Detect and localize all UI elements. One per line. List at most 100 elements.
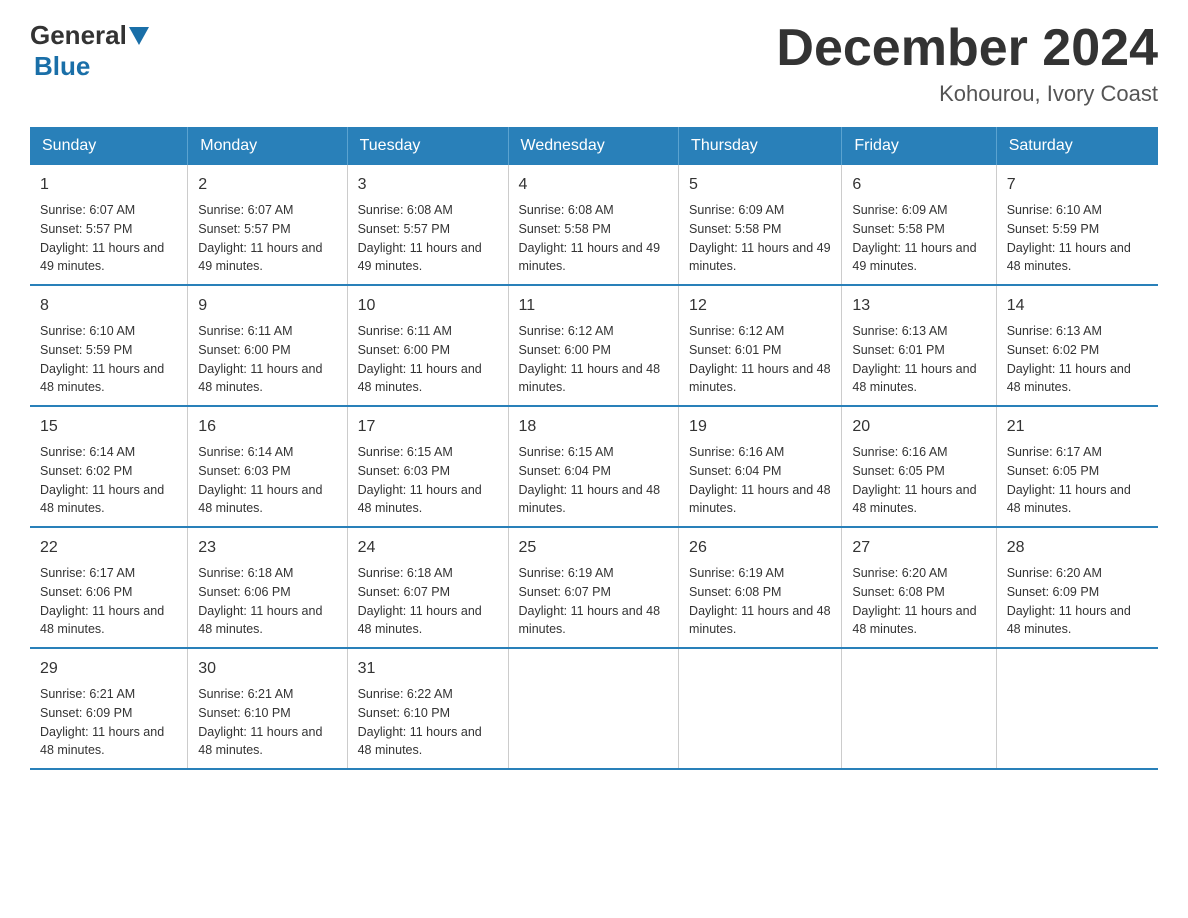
daylight-text: Daylight: 11 hours and 48 minutes. bbox=[358, 360, 498, 398]
day-number: 7 bbox=[1007, 173, 1148, 197]
daylight-text: Daylight: 11 hours and 48 minutes. bbox=[1007, 481, 1148, 519]
calendar-week-3: 15Sunrise: 6:14 AMSunset: 6:02 PMDayligh… bbox=[30, 406, 1158, 527]
sunrise-text: Sunrise: 6:21 AM bbox=[198, 685, 336, 704]
day-number: 4 bbox=[519, 173, 669, 197]
calendar-cell: 5Sunrise: 6:09 AMSunset: 5:58 PMDaylight… bbox=[679, 165, 842, 285]
sunset-text: Sunset: 6:05 PM bbox=[852, 462, 985, 481]
calendar-cell: 26Sunrise: 6:19 AMSunset: 6:08 PMDayligh… bbox=[679, 527, 842, 648]
sunrise-text: Sunrise: 6:09 AM bbox=[852, 201, 985, 220]
sunset-text: Sunset: 6:00 PM bbox=[519, 341, 669, 360]
calendar-cell bbox=[996, 648, 1158, 769]
calendar-cell: 7Sunrise: 6:10 AMSunset: 5:59 PMDaylight… bbox=[996, 165, 1158, 285]
sunset-text: Sunset: 6:06 PM bbox=[40, 583, 177, 602]
sunrise-text: Sunrise: 6:07 AM bbox=[198, 201, 336, 220]
calendar-cell: 30Sunrise: 6:21 AMSunset: 6:10 PMDayligh… bbox=[188, 648, 347, 769]
day-number: 8 bbox=[40, 294, 177, 318]
sunrise-text: Sunrise: 6:17 AM bbox=[40, 564, 177, 583]
sunset-text: Sunset: 6:00 PM bbox=[358, 341, 498, 360]
day-number: 24 bbox=[358, 536, 498, 560]
sunrise-text: Sunrise: 6:20 AM bbox=[852, 564, 985, 583]
weekday-header-tuesday: Tuesday bbox=[347, 127, 508, 165]
sunset-text: Sunset: 6:00 PM bbox=[198, 341, 336, 360]
daylight-text: Daylight: 11 hours and 48 minutes. bbox=[198, 481, 336, 519]
calendar-cell: 1Sunrise: 6:07 AMSunset: 5:57 PMDaylight… bbox=[30, 165, 188, 285]
sunset-text: Sunset: 6:08 PM bbox=[852, 583, 985, 602]
day-number: 6 bbox=[852, 173, 985, 197]
sunset-text: Sunset: 5:57 PM bbox=[358, 220, 498, 239]
weekday-header-wednesday: Wednesday bbox=[508, 127, 679, 165]
day-number: 9 bbox=[198, 294, 336, 318]
sunrise-text: Sunrise: 6:07 AM bbox=[40, 201, 177, 220]
sunrise-text: Sunrise: 6:13 AM bbox=[1007, 322, 1148, 341]
sunrise-text: Sunrise: 6:08 AM bbox=[358, 201, 498, 220]
logo-blue-text: Blue bbox=[34, 51, 90, 81]
daylight-text: Daylight: 11 hours and 48 minutes. bbox=[852, 360, 985, 398]
day-number: 19 bbox=[689, 415, 831, 439]
logo-general-text: General bbox=[30, 20, 127, 51]
sunrise-text: Sunrise: 6:08 AM bbox=[519, 201, 669, 220]
sunset-text: Sunset: 6:01 PM bbox=[852, 341, 985, 360]
calendar-cell bbox=[679, 648, 842, 769]
calendar-cell: 6Sunrise: 6:09 AMSunset: 5:58 PMDaylight… bbox=[842, 165, 996, 285]
calendar-cell: 18Sunrise: 6:15 AMSunset: 6:04 PMDayligh… bbox=[508, 406, 679, 527]
calendar-cell: 15Sunrise: 6:14 AMSunset: 6:02 PMDayligh… bbox=[30, 406, 188, 527]
day-number: 3 bbox=[358, 173, 498, 197]
sunrise-text: Sunrise: 6:20 AM bbox=[1007, 564, 1148, 583]
calendar-cell: 4Sunrise: 6:08 AMSunset: 5:58 PMDaylight… bbox=[508, 165, 679, 285]
sunset-text: Sunset: 6:08 PM bbox=[689, 583, 831, 602]
calendar-cell: 27Sunrise: 6:20 AMSunset: 6:08 PMDayligh… bbox=[842, 527, 996, 648]
daylight-text: Daylight: 11 hours and 48 minutes. bbox=[1007, 360, 1148, 398]
sunrise-text: Sunrise: 6:22 AM bbox=[358, 685, 498, 704]
sunrise-text: Sunrise: 6:14 AM bbox=[40, 443, 177, 462]
weekday-header-saturday: Saturday bbox=[996, 127, 1158, 165]
calendar-cell: 21Sunrise: 6:17 AMSunset: 6:05 PMDayligh… bbox=[996, 406, 1158, 527]
sunrise-text: Sunrise: 6:15 AM bbox=[519, 443, 669, 462]
daylight-text: Daylight: 11 hours and 49 minutes. bbox=[198, 239, 336, 277]
day-number: 12 bbox=[689, 294, 831, 318]
calendar-cell bbox=[842, 648, 996, 769]
sunrise-text: Sunrise: 6:15 AM bbox=[358, 443, 498, 462]
calendar-cell: 13Sunrise: 6:13 AMSunset: 6:01 PMDayligh… bbox=[842, 285, 996, 406]
day-number: 28 bbox=[1007, 536, 1148, 560]
calendar-cell: 19Sunrise: 6:16 AMSunset: 6:04 PMDayligh… bbox=[679, 406, 842, 527]
calendar-table: SundayMondayTuesdayWednesdayThursdayFrid… bbox=[30, 127, 1158, 770]
calendar-cell: 8Sunrise: 6:10 AMSunset: 5:59 PMDaylight… bbox=[30, 285, 188, 406]
calendar-cell: 20Sunrise: 6:16 AMSunset: 6:05 PMDayligh… bbox=[842, 406, 996, 527]
sunset-text: Sunset: 6:09 PM bbox=[40, 704, 177, 723]
calendar-cell: 9Sunrise: 6:11 AMSunset: 6:00 PMDaylight… bbox=[188, 285, 347, 406]
sunset-text: Sunset: 6:10 PM bbox=[358, 704, 498, 723]
calendar-cell: 28Sunrise: 6:20 AMSunset: 6:09 PMDayligh… bbox=[996, 527, 1158, 648]
day-number: 29 bbox=[40, 657, 177, 681]
calendar-cell: 10Sunrise: 6:11 AMSunset: 6:00 PMDayligh… bbox=[347, 285, 508, 406]
day-number: 11 bbox=[519, 294, 669, 318]
calendar-cell: 24Sunrise: 6:18 AMSunset: 6:07 PMDayligh… bbox=[347, 527, 508, 648]
daylight-text: Daylight: 11 hours and 48 minutes. bbox=[198, 360, 336, 398]
sunrise-text: Sunrise: 6:11 AM bbox=[358, 322, 498, 341]
day-number: 1 bbox=[40, 173, 177, 197]
sunrise-text: Sunrise: 6:10 AM bbox=[40, 322, 177, 341]
calendar-cell: 14Sunrise: 6:13 AMSunset: 6:02 PMDayligh… bbox=[996, 285, 1158, 406]
day-number: 2 bbox=[198, 173, 336, 197]
daylight-text: Daylight: 11 hours and 48 minutes. bbox=[40, 481, 177, 519]
daylight-text: Daylight: 11 hours and 48 minutes. bbox=[689, 360, 831, 398]
calendar-week-2: 8Sunrise: 6:10 AMSunset: 5:59 PMDaylight… bbox=[30, 285, 1158, 406]
sunset-text: Sunset: 5:59 PM bbox=[1007, 220, 1148, 239]
weekday-header-friday: Friday bbox=[842, 127, 996, 165]
daylight-text: Daylight: 11 hours and 48 minutes. bbox=[40, 360, 177, 398]
calendar-cell: 2Sunrise: 6:07 AMSunset: 5:57 PMDaylight… bbox=[188, 165, 347, 285]
day-number: 17 bbox=[358, 415, 498, 439]
calendar-header-row: SundayMondayTuesdayWednesdayThursdayFrid… bbox=[30, 127, 1158, 165]
sunset-text: Sunset: 6:07 PM bbox=[519, 583, 669, 602]
calendar-cell bbox=[508, 648, 679, 769]
daylight-text: Daylight: 11 hours and 48 minutes. bbox=[40, 602, 177, 640]
sunset-text: Sunset: 6:03 PM bbox=[198, 462, 336, 481]
weekday-header-monday: Monday bbox=[188, 127, 347, 165]
daylight-text: Daylight: 11 hours and 48 minutes. bbox=[198, 602, 336, 640]
calendar-cell: 22Sunrise: 6:17 AMSunset: 6:06 PMDayligh… bbox=[30, 527, 188, 648]
daylight-text: Daylight: 11 hours and 48 minutes. bbox=[852, 602, 985, 640]
sunset-text: Sunset: 6:04 PM bbox=[519, 462, 669, 481]
calendar-cell: 31Sunrise: 6:22 AMSunset: 6:10 PMDayligh… bbox=[347, 648, 508, 769]
day-number: 18 bbox=[519, 415, 669, 439]
daylight-text: Daylight: 11 hours and 48 minutes. bbox=[1007, 602, 1148, 640]
daylight-text: Daylight: 11 hours and 48 minutes. bbox=[358, 602, 498, 640]
